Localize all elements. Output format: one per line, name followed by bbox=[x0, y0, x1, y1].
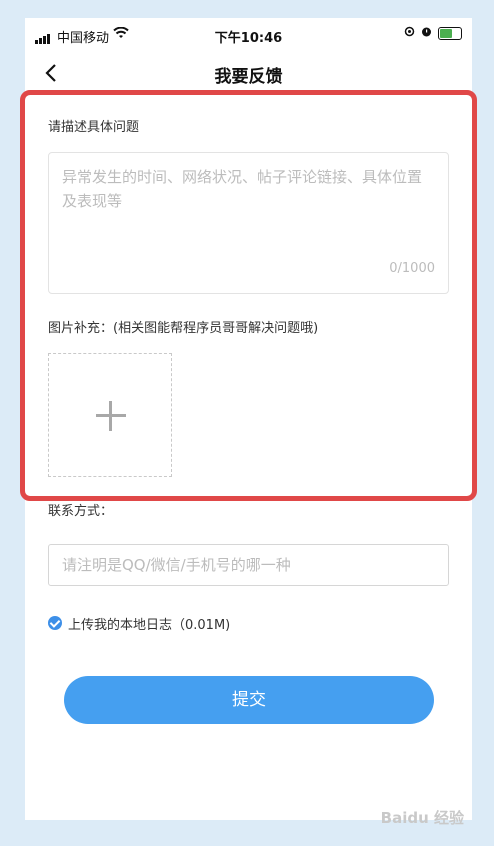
rotation-lock-icon bbox=[404, 26, 415, 41]
page-title: 我要反馈 bbox=[214, 67, 283, 87]
submit-button[interactable]: 提交 bbox=[64, 676, 434, 724]
alarm-icon bbox=[421, 26, 432, 41]
contact-label: 联系方式： bbox=[48, 504, 114, 519]
battery-icon bbox=[438, 27, 462, 40]
contact-input[interactable]: 请注明是QQ/微信/手机号的哪一种 bbox=[48, 544, 449, 586]
highlight-annotation bbox=[20, 90, 477, 501]
upload-log-label: 上传我的本地日志（0.01M) bbox=[68, 617, 231, 633]
upload-log-checkbox[interactable]: 上传我的本地日志（0.01M) bbox=[48, 613, 230, 633]
watermark: Baidu 经验 bbox=[380, 809, 464, 827]
nav-bar: 我要反馈 bbox=[25, 56, 472, 92]
status-bar: 中国移动 下午10:46 bbox=[25, 18, 472, 52]
check-icon bbox=[48, 616, 62, 630]
status-icons bbox=[404, 26, 462, 41]
contact-placeholder: 请注明是QQ/微信/手机号的哪一种 bbox=[62, 556, 291, 574]
